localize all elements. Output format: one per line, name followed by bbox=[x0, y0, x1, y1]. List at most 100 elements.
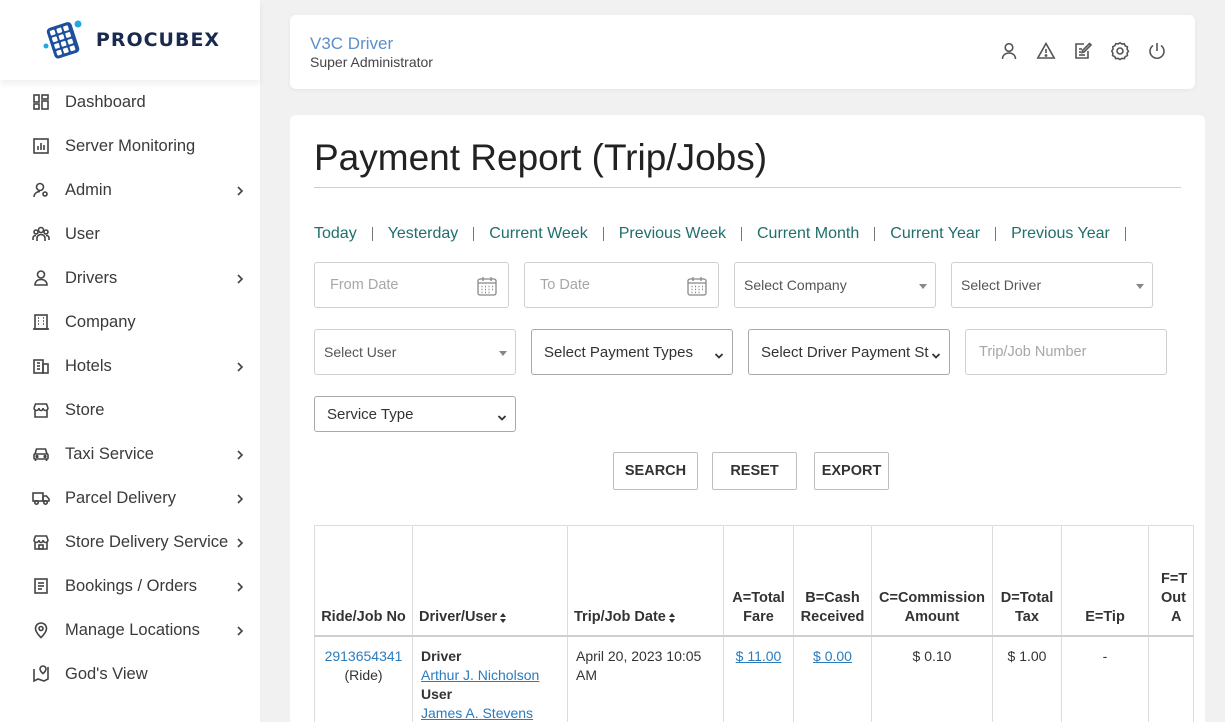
sidebar-item-label: Bookings / Orders bbox=[65, 576, 198, 595]
map-view-icon bbox=[32, 665, 50, 683]
to-date-input[interactable]: To Date bbox=[524, 262, 719, 308]
admin-icon bbox=[32, 181, 50, 199]
power-icon[interactable] bbox=[1147, 41, 1167, 61]
col-trip-date[interactable]: Trip/Job Date bbox=[567, 525, 724, 637]
user-select-value: Select User bbox=[324, 344, 397, 360]
company-select[interactable]: Select Company bbox=[734, 262, 936, 308]
driver-select[interactable]: Select Driver bbox=[951, 262, 1153, 308]
sidebar-item-dashboard[interactable]: Dashboard bbox=[0, 80, 260, 124]
chevron-right-icon bbox=[236, 272, 244, 284]
caret-down-icon bbox=[499, 351, 507, 356]
chart-icon bbox=[32, 137, 50, 155]
page-title: Payment Report (Trip/Jobs) bbox=[314, 137, 768, 178]
separator bbox=[995, 227, 997, 241]
filter-previous-week[interactable]: Previous Week bbox=[619, 225, 726, 243]
sidebar-item-parcel-delivery[interactable]: Parcel Delivery bbox=[0, 476, 260, 520]
driver-name-link[interactable]: Arthur J. Nicholson bbox=[421, 667, 539, 683]
col-driver-user[interactable]: Driver/User bbox=[412, 525, 568, 637]
sidebar-item-drivers[interactable]: Drivers bbox=[0, 256, 260, 300]
col-tax-label: D=Total bbox=[1000, 589, 1054, 606]
sidebar-nav: Dashboard Server Monitoring Admin User D… bbox=[0, 80, 260, 696]
filter-yesterday[interactable]: Yesterday bbox=[388, 225, 459, 243]
chevron-right-icon bbox=[236, 360, 244, 372]
col-cash-label: B=Cash bbox=[805, 589, 860, 606]
driver-payment-status-select[interactable]: Select Driver Payment St bbox=[748, 329, 950, 375]
cell-trip-date: April 20, 2023 10:05 AM bbox=[567, 635, 724, 722]
chevron-right-icon bbox=[236, 580, 244, 592]
from-date-input[interactable]: From Date bbox=[314, 262, 509, 308]
top-header: V3C Driver Super Administrator bbox=[290, 15, 1195, 89]
sidebar-item-label: Hotels bbox=[65, 356, 112, 375]
separator bbox=[741, 227, 742, 241]
trip-date-value: April 20, 2023 10:05 AM bbox=[576, 647, 702, 683]
cell-ride-no: 2913654341 (Ride) bbox=[314, 635, 413, 722]
brand-logo[interactable]: PROCUBEX bbox=[0, 0, 260, 80]
hotel-icon bbox=[32, 357, 50, 375]
cell-total-tax: $ 1.00 bbox=[992, 635, 1062, 722]
col-driver-user-label: Driver/User bbox=[419, 608, 498, 625]
filter-today[interactable]: Today bbox=[314, 225, 357, 243]
sidebar-item-taxi-service[interactable]: Taxi Service bbox=[0, 432, 260, 476]
sidebar-item-label: Dashboard bbox=[65, 92, 146, 111]
sidebar-item-store[interactable]: Store bbox=[0, 388, 260, 432]
sidebar-item-manage-locations[interactable]: Manage Locations bbox=[0, 608, 260, 652]
filter-current-year[interactable]: Current Year bbox=[890, 225, 980, 243]
filter-current-week[interactable]: Current Week bbox=[489, 225, 587, 243]
calendar-icon[interactable] bbox=[686, 275, 708, 297]
cell-commission: $ 0.10 bbox=[871, 635, 993, 722]
col-outstanding-label: F=T bbox=[1161, 570, 1188, 587]
dashboard-icon bbox=[32, 93, 50, 111]
sidebar-item-server-monitoring[interactable]: Server Monitoring bbox=[0, 124, 260, 168]
col-outstanding-label-3: A bbox=[1171, 608, 1182, 625]
filter-current-month[interactable]: Current Month bbox=[757, 225, 859, 243]
col-cash-label-2: Received bbox=[800, 608, 865, 625]
chevron-down-icon bbox=[714, 348, 724, 359]
chevron-down-icon bbox=[497, 410, 507, 421]
payment-types-select[interactable]: Select Payment Types bbox=[531, 329, 733, 375]
sidebar-item-label: User bbox=[65, 224, 100, 243]
report-panel: Payment Report (Trip/Jobs) Today Yesterd… bbox=[290, 115, 1205, 722]
store-icon bbox=[32, 401, 50, 419]
sidebar-item-store-delivery-service[interactable]: Store Delivery Service bbox=[0, 520, 260, 564]
sidebar-item-company[interactable]: Company bbox=[0, 300, 260, 344]
sidebar-item-label: Parcel Delivery bbox=[65, 488, 176, 507]
to-date-placeholder: To Date bbox=[540, 277, 590, 293]
trip-number-input[interactable]: Trip/Job Number bbox=[965, 329, 1167, 375]
profile-icon[interactable] bbox=[999, 41, 1019, 61]
col-commission-label-2: Amount bbox=[904, 608, 960, 625]
search-button[interactable]: SEARCH bbox=[613, 452, 698, 490]
separator bbox=[1124, 227, 1126, 241]
export-button[interactable]: EXPORT bbox=[814, 452, 889, 490]
sort-icon[interactable] bbox=[668, 611, 676, 623]
ride-type: (Ride) bbox=[344, 666, 383, 683]
col-total-fare: A=Total Fare bbox=[723, 525, 794, 637]
ride-number-link[interactable]: 2913654341 bbox=[325, 648, 403, 664]
total-fare-link[interactable]: $ 11.00 bbox=[736, 648, 782, 664]
driver-select-value: Select Driver bbox=[961, 277, 1042, 293]
sidebar-item-label: Taxi Service bbox=[65, 444, 154, 463]
reset-button[interactable]: RESET bbox=[712, 452, 797, 490]
commission-value: $ 0.10 bbox=[912, 647, 952, 664]
sort-icon[interactable] bbox=[499, 611, 507, 623]
settings-icon[interactable] bbox=[1110, 41, 1130, 61]
sidebar-item-hotels[interactable]: Hotels bbox=[0, 344, 260, 388]
col-ride-no-label: Ride/Job No bbox=[321, 608, 406, 625]
car-icon bbox=[32, 445, 50, 463]
sidebar-item-gods-view[interactable]: God's View bbox=[0, 652, 260, 696]
user-name-link[interactable]: James A. Stevens bbox=[421, 705, 533, 721]
sidebar-item-label: Store Delivery Service bbox=[65, 532, 229, 551]
driver-payment-status-value: Select Driver Payment St bbox=[761, 343, 929, 361]
sidebar-item-admin[interactable]: Admin bbox=[0, 168, 260, 212]
header-title: V3C Driver bbox=[310, 34, 394, 53]
service-type-select[interactable]: Service Type bbox=[314, 396, 516, 432]
alert-icon[interactable] bbox=[1036, 41, 1056, 61]
calendar-icon[interactable] bbox=[476, 275, 498, 297]
filter-previous-year[interactable]: Previous Year bbox=[1011, 225, 1110, 243]
user-select[interactable]: Select User bbox=[314, 329, 516, 375]
cash-received-link[interactable]: $ 0.00 bbox=[813, 648, 852, 664]
edit-icon[interactable] bbox=[1073, 41, 1093, 61]
col-commission: C=Commission Amount bbox=[871, 525, 993, 637]
sidebar-item-bookings-orders[interactable]: Bookings / Orders bbox=[0, 564, 260, 608]
col-outstanding-label-2: Out bbox=[1161, 589, 1186, 606]
sidebar-item-user[interactable]: User bbox=[0, 212, 260, 256]
